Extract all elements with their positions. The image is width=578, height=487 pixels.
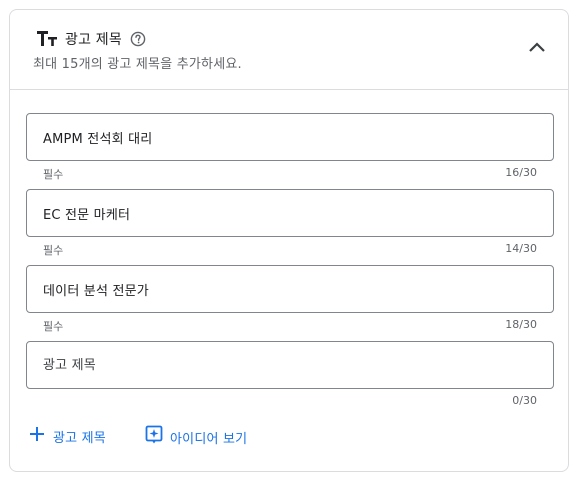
view-ideas-button[interactable]: 아이디어 보기 [145, 425, 247, 449]
headline-input-4[interactable] [27, 342, 553, 388]
headline-field-3[interactable] [26, 265, 554, 313]
headlines-card: 광고 제목 최대 15개의 광고 제목을 추가하세요. 필수 16/30 필수 … [9, 9, 569, 472]
sparkle-idea-icon [145, 425, 163, 449]
headline-counter-1: 16/30 [505, 166, 537, 179]
add-headline-button[interactable]: 광고 제목 [28, 425, 106, 447]
chevron-up-icon [528, 38, 546, 57]
headline-helper-2: 필수 [43, 244, 64, 257]
section-title: 광고 제목 [65, 32, 122, 48]
section-header: 광고 제목 최대 15개의 광고 제목을 추가하세요. [10, 10, 568, 90]
headline-field-4[interactable] [26, 341, 554, 389]
headline-field-2[interactable] [26, 189, 554, 237]
headline-counter-4: 0/30 [512, 394, 537, 407]
headline-helper-3: 필수 [43, 320, 64, 333]
plus-icon [28, 425, 46, 447]
help-icon[interactable] [130, 31, 146, 47]
headline-counter-2: 14/30 [505, 242, 537, 255]
text-type-icon [36, 30, 58, 48]
headline-helper-1: 필수 [43, 168, 64, 181]
collapse-button[interactable] [524, 34, 550, 60]
view-ideas-label: 아이디어 보기 [170, 431, 248, 447]
add-headline-label: 광고 제목 [53, 430, 106, 446]
headline-counter-3: 18/30 [505, 318, 537, 331]
headline-field-1[interactable] [26, 113, 554, 161]
section-subtitle: 최대 15개의 광고 제목을 추가하세요. [33, 57, 242, 72]
headline-input-2[interactable] [27, 190, 553, 236]
headline-input-1[interactable] [27, 114, 553, 160]
headline-input-3[interactable] [27, 266, 553, 312]
